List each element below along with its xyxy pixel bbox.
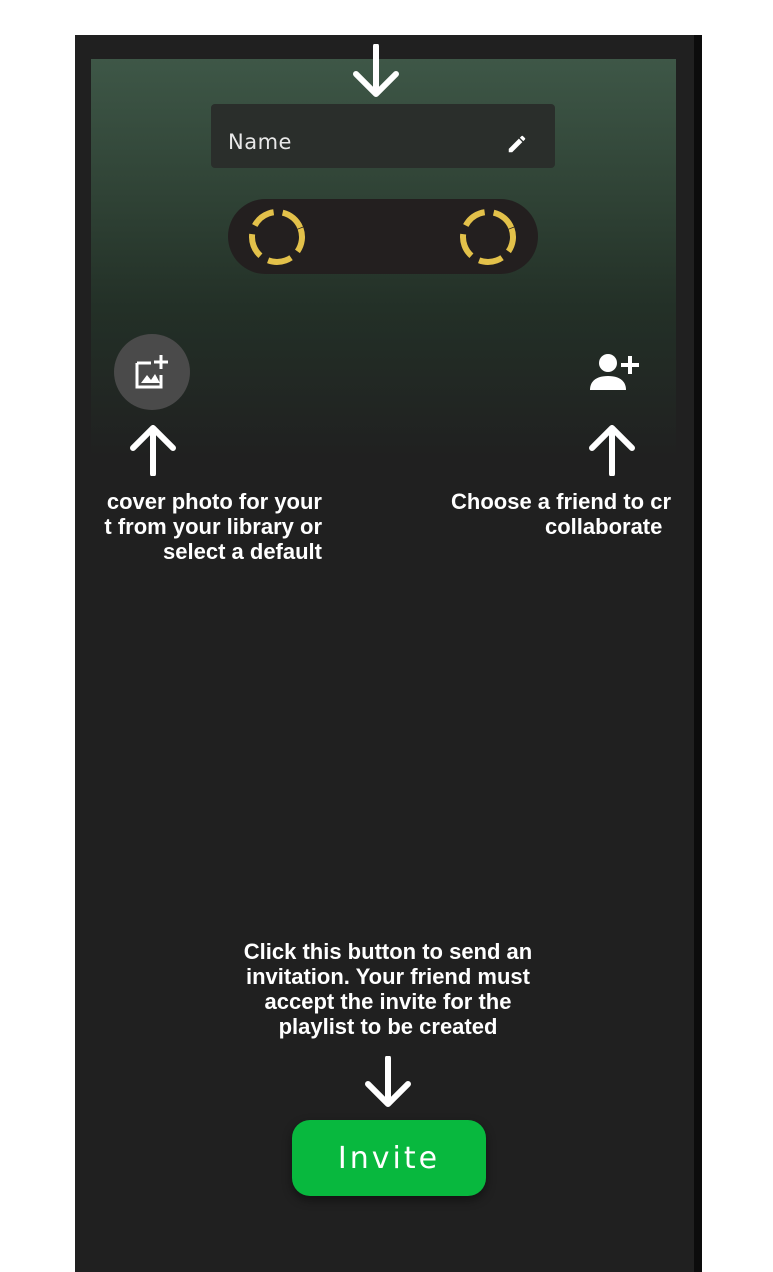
reel-right-icon: [460, 209, 516, 265]
playlist-name-field[interactable]: Name: [211, 104, 555, 168]
arrow-down-icon: [353, 44, 399, 97]
reel-left-icon: [249, 209, 305, 265]
phone-edge: [694, 35, 702, 1272]
hint-line: cover photo for your: [106, 489, 322, 514]
arrow-up-icon: [130, 425, 176, 476]
hint-line: playlist to be created: [278, 1014, 498, 1039]
invite-hint: Click this button to send an invitation.…: [205, 939, 571, 1039]
collaborator-hint: Choose a friend to cr collaborate: [440, 480, 702, 550]
add-cover-photo-button[interactable]: [114, 334, 190, 410]
cassette-icon: [228, 199, 538, 274]
cover-photo-hint: cover photo for your t from your library…: [75, 480, 335, 570]
hint-line: Choose a friend to cr: [451, 489, 672, 514]
hint-line: collaborate: [545, 514, 663, 539]
hint-line: invitation. Your friend must: [246, 964, 530, 989]
person-add-icon[interactable]: [586, 350, 642, 394]
add-photo-icon: [135, 355, 168, 389]
playlist-name-label: Name: [228, 130, 292, 154]
pencil-icon[interactable]: [506, 133, 528, 155]
hint-line: select a default: [163, 539, 322, 564]
hint-line: t from your library or: [104, 514, 322, 539]
invite-button[interactable]: Invite: [292, 1120, 486, 1196]
hint-line: accept the invite for the: [264, 989, 512, 1014]
arrow-down-icon: [365, 1056, 411, 1107]
hint-line: Click this button to send an: [243, 939, 533, 964]
tutorial-overlay-screen: Name cover photo for your t from your li…: [0, 0, 773, 1272]
arrow-up-icon: [589, 425, 635, 476]
